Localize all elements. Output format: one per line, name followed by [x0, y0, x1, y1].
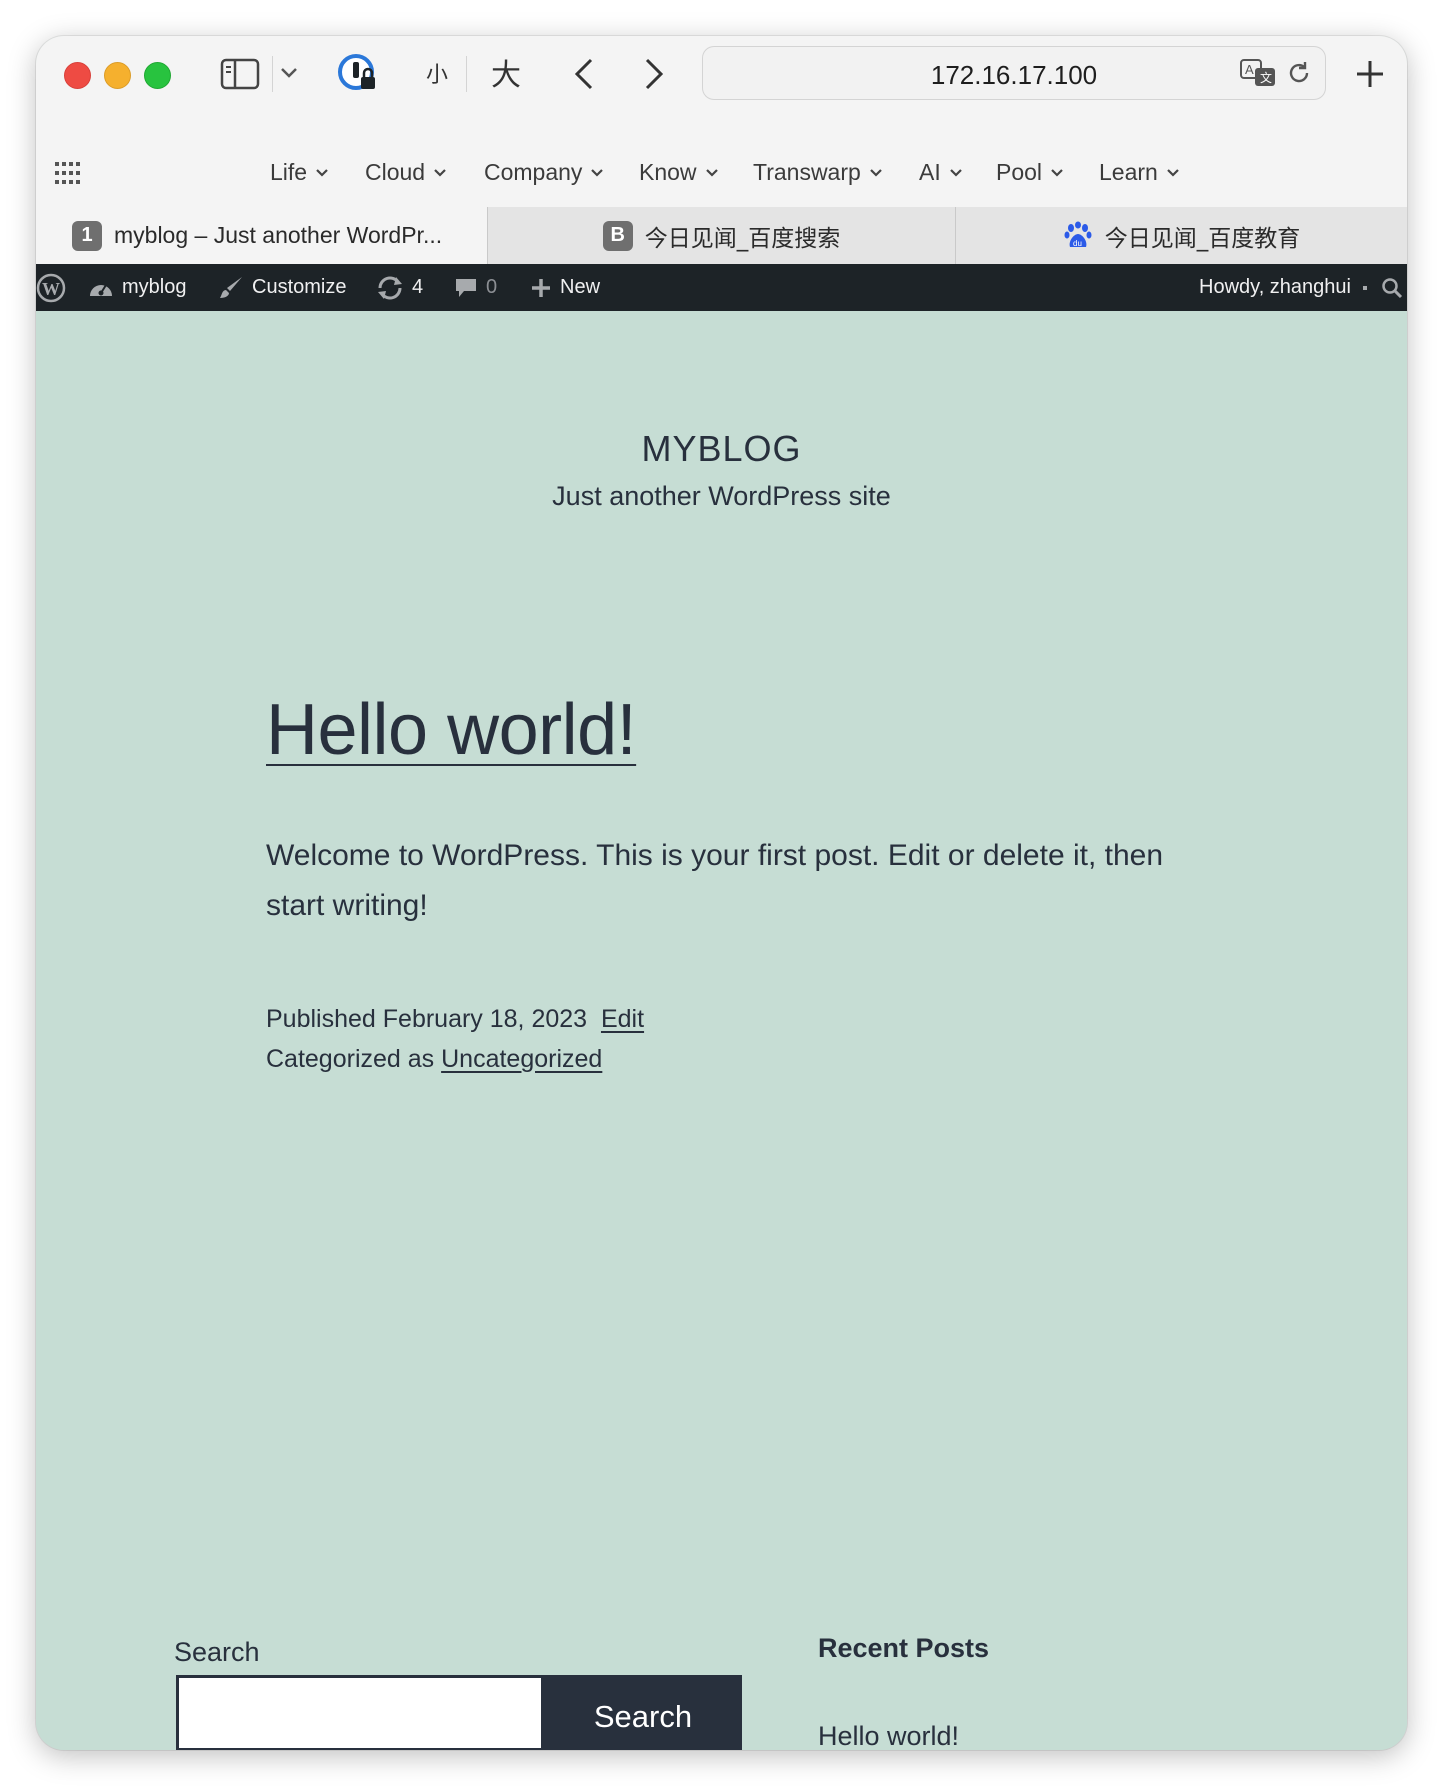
admin-bar-new-label: New — [560, 276, 601, 298]
browser-toolbar: 小 大 172.16.17.100 A文 — [36, 36, 1407, 137]
translate-icon[interactable]: A文 — [1238, 56, 1278, 90]
toolbar-divider — [466, 56, 467, 92]
admin-bar-updates-link[interactable]: 4 — [376, 264, 423, 311]
published-prefix: Published — [266, 1005, 376, 1033]
bookmark-folder-ai[interactable]: AI — [919, 159, 963, 186]
admin-bar-updates-count: 4 — [412, 276, 424, 298]
baidu-badge-text: du — [1073, 239, 1082, 248]
recent-post-link[interactable]: Hello world! — [818, 1721, 959, 1750]
bookmark-label: Life — [270, 159, 308, 185]
avatar-dot-icon — [1363, 285, 1367, 290]
toolbar-divider — [272, 56, 273, 92]
page-content: MYBLOG Just another WordPress site Hello… — [36, 311, 1407, 1750]
search-input[interactable] — [176, 1675, 544, 1750]
chevron-down-icon[interactable] — [278, 62, 300, 84]
site-description: Just another WordPress site — [552, 481, 891, 511]
address-url[interactable]: 172.16.17.100 — [702, 60, 1326, 91]
new-tab-plus-icon[interactable] — [1350, 54, 1390, 94]
bookmark-label: Company — [484, 159, 583, 185]
chevron-down-icon — [870, 168, 882, 177]
text-smaller-button[interactable]: 小 — [420, 56, 454, 90]
tab-myblog[interactable]: 1 myblog – Just another WordPr... — [36, 207, 487, 264]
post-title-link[interactable]: Hello world! — [266, 689, 637, 771]
bookmark-label: Transwarp — [753, 159, 861, 185]
chevron-down-icon — [1051, 168, 1063, 177]
tab-baidu-search[interactable]: B 今日见闻_百度搜索 — [488, 207, 955, 264]
comment-bubble-icon — [456, 278, 476, 297]
back-arrow-icon[interactable] — [564, 54, 604, 94]
svg-text:文: 文 — [1260, 70, 1272, 85]
admin-bar-customize-label: Customize — [252, 276, 347, 298]
edit-post-link[interactable]: Edit — [601, 1005, 644, 1033]
close-window-button[interactable] — [64, 62, 91, 89]
site-title[interactable]: MYBLOG — [36, 428, 1407, 470]
chevron-down-icon — [316, 168, 328, 177]
post-meta: Published February 18, 2023 Edit Categor… — [266, 999, 644, 1079]
sidebar-toggle-icon[interactable] — [218, 56, 262, 92]
admin-bar-account-menu[interactable]: Howdy, zhanghui — [1199, 264, 1367, 311]
paintbrush-icon — [220, 276, 242, 298]
apps-grid-icon[interactable] — [54, 159, 82, 187]
bookmark-label: AI — [919, 159, 941, 185]
browser-window: 小 大 172.16.17.100 A文 Life Cloud Company … — [36, 36, 1407, 1750]
wp-admin-bar: W myblog Customize 4 0 New Howdy, zhangh… — [36, 264, 1407, 311]
tab-title: 今日见闻_百度教育 — [1104, 225, 1301, 252]
post-category-line: Categorized as Uncategorized — [266, 1039, 644, 1079]
tab-favicon: B — [602, 220, 633, 251]
dashboard-gauge-icon — [90, 283, 112, 296]
bookmark-label: Pool — [996, 159, 1043, 185]
published-date: February 18, 2023 — [382, 1005, 588, 1033]
categorized-prefix: Categorized as — [266, 1045, 435, 1073]
category-link[interactable]: Uncategorized — [441, 1045, 602, 1073]
bookmark-label: Know — [639, 159, 697, 185]
bookmark-folder-life[interactable]: Life — [270, 159, 329, 186]
reload-icon[interactable] — [1284, 58, 1314, 88]
bookmark-folder-company[interactable]: Company — [484, 159, 604, 186]
post-published-line: Published February 18, 2023 Edit — [266, 999, 644, 1039]
svg-text:W: W — [42, 279, 60, 299]
admin-bar-search-icon[interactable] — [1381, 264, 1407, 311]
svg-text:A: A — [1245, 62, 1254, 77]
tab-title: myblog – Just another WordPr... — [114, 222, 443, 248]
admin-bar-new-link[interactable]: New — [530, 264, 600, 311]
bookmarks-bar: Life Cloud Company Know Transwarp AI Poo… — [36, 137, 1407, 207]
bookmark-folder-learn[interactable]: Learn — [1099, 159, 1180, 186]
baidu-paw-icon: du — [1063, 221, 1093, 251]
zoom-window-button[interactable] — [144, 62, 171, 89]
chevron-down-icon — [705, 168, 718, 177]
admin-bar-site-link[interactable]: myblog — [88, 264, 186, 311]
admin-bar-customize-link[interactable]: Customize — [218, 264, 346, 311]
search-button[interactable]: Search — [544, 1675, 742, 1750]
text-larger-button[interactable]: 大 — [486, 52, 526, 93]
address-bar[interactable]: 172.16.17.100 A文 — [702, 46, 1326, 100]
admin-bar-site-name: myblog — [122, 276, 187, 298]
forward-arrow-icon[interactable] — [634, 54, 674, 94]
bookmark-folder-transwarp[interactable]: Transwarp — [753, 159, 883, 186]
search-widget-label: Search — [174, 1637, 260, 1667]
bookmark-label: Learn — [1099, 159, 1158, 185]
wordpress-logo-icon[interactable]: W — [36, 264, 66, 311]
chevron-down-icon — [1167, 168, 1179, 177]
admin-bar-comments-link[interactable]: 0 — [454, 264, 497, 311]
recent-posts-heading: Recent Posts — [818, 1633, 990, 1663]
minimize-window-button[interactable] — [104, 62, 131, 89]
post-body: Welcome to WordPress. This is your first… — [266, 839, 1164, 922]
bookmark-folder-know[interactable]: Know — [639, 159, 719, 186]
tab-baidu-education[interactable]: du 今日见闻_百度教育 — [956, 207, 1407, 264]
tab-title: 今日见闻_百度搜索 — [644, 225, 841, 252]
tab-strip: 1 myblog – Just another WordPr... B 今日见闻… — [36, 207, 1407, 265]
chevron-down-icon — [434, 168, 446, 177]
updates-refresh-icon — [378, 276, 402, 299]
tab-favicon: 1 — [72, 220, 102, 251]
admin-bar-comments-count: 0 — [486, 276, 498, 298]
chevron-down-icon — [949, 168, 962, 177]
bookmark-folder-cloud[interactable]: Cloud — [365, 159, 447, 186]
bookmark-label: Cloud — [365, 159, 426, 185]
admin-bar-greeting: Howdy, zhanghui — [1199, 276, 1351, 298]
bookmark-folder-pool[interactable]: Pool — [996, 159, 1064, 186]
plus-icon — [532, 278, 550, 297]
password-manager-icon[interactable] — [336, 52, 380, 96]
chevron-down-icon — [591, 168, 604, 177]
